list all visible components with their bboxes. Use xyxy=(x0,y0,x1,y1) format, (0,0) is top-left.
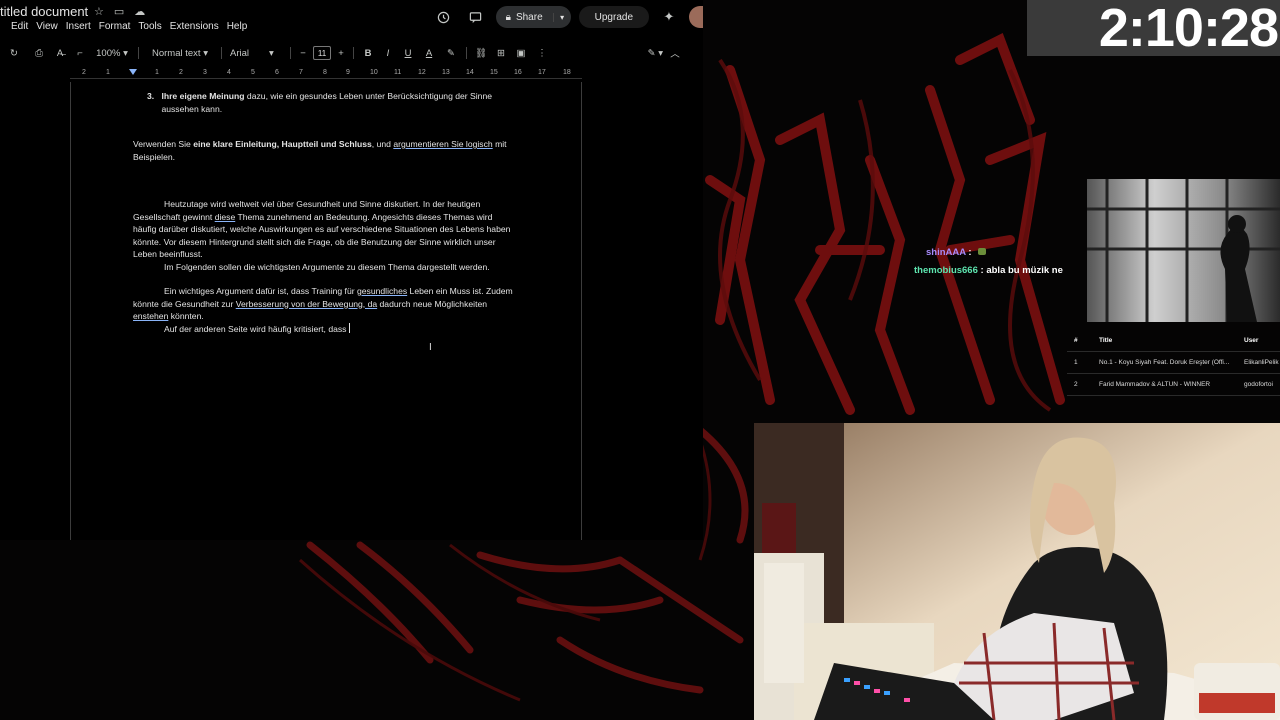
lock-icon: 🔒︎ xyxy=(505,11,511,23)
print-icon[interactable]: ⎙ xyxy=(28,43,50,63)
font-select[interactable]: Arial ▾ xyxy=(226,43,286,63)
docs-window: titled document ☆ ▭ ☁ Edit View Insert F… xyxy=(0,0,703,540)
highlight-icon[interactable]: ✎ xyxy=(440,43,462,63)
spellcheck-icon[interactable]: A̶ xyxy=(50,43,70,63)
spelling-suggestion[interactable]: enstehen xyxy=(133,311,168,321)
table-header: # Title User xyxy=(1067,330,1280,352)
menu-view[interactable]: View xyxy=(36,21,66,32)
gemini-icon[interactable]: ✦ xyxy=(657,6,681,28)
docs-title-bar: titled document ☆ ▭ ☁ Edit View Insert F… xyxy=(0,0,703,40)
spelling-suggestion[interactable]: argumentieren Sie logisch xyxy=(393,139,492,149)
paragraph-outline: Im Folgenden sollen die wichtigsten Argu… xyxy=(164,261,490,272)
grammar-suggestion[interactable]: Verbesserung von der Bewegung, da xyxy=(236,299,377,309)
share-dropdown-icon[interactable]: ▾ xyxy=(552,12,571,22)
webcam-image xyxy=(754,423,1280,720)
document-page[interactable]: 3. Ihre eigene Meinung dazu, wie ein ges… xyxy=(70,82,582,540)
style-value: Normal text xyxy=(152,47,201,59)
grammar-suggestion[interactable]: diese xyxy=(215,212,236,222)
chat-text: abla bu müzik ne xyxy=(986,265,1063,276)
chat-overlay: shinAAA : themobius666 : abla bu müzik n… xyxy=(914,244,1063,280)
instruction-paragraph: Verwenden Sie eine klare Einleitung, Hau… xyxy=(133,139,507,162)
style-select[interactable]: Normal text ▾ xyxy=(143,43,217,63)
menu-edit[interactable]: Edit xyxy=(11,21,36,32)
list-number: 3. xyxy=(147,91,155,101)
paragraph-introduction: Heutzutage wird weltweit viel über Gesun… xyxy=(133,199,511,259)
zoom-value: 100% xyxy=(96,47,121,59)
link-icon[interactable]: ⛓ xyxy=(471,43,491,63)
emote-icon xyxy=(978,248,987,255)
window-silhouette-image xyxy=(1087,179,1280,322)
avatar[interactable] xyxy=(689,6,703,28)
cloud-status-icon[interactable]: ☁ xyxy=(134,5,145,18)
font-value: Arial xyxy=(230,47,250,59)
more-options-icon[interactable]: ⋮ xyxy=(531,43,553,63)
star-icon[interactable]: ☆ xyxy=(94,5,104,18)
paragraph-argument: Ein wichtiges Argument dafür ist, dass T… xyxy=(133,286,513,321)
editing-mode-icon[interactable]: ✎ ▾ xyxy=(553,43,663,63)
move-folder-icon[interactable]: ▭ xyxy=(114,5,124,18)
menu-help[interactable]: Help xyxy=(227,21,256,32)
chat-message: shinAAA : xyxy=(914,244,1063,262)
stream-timer: 2:10:28 xyxy=(1027,0,1280,56)
song-queue-table: # Title User 1 No.1 - Koyu Siyah Feat. D… xyxy=(1067,330,1280,396)
menu-format[interactable]: Format xyxy=(99,21,139,32)
indent-marker[interactable] xyxy=(129,69,137,75)
table-row: 1 No.1 - Koyu Siyah Feat. Doruk Ereşter … xyxy=(1067,352,1280,374)
bold-icon[interactable]: B xyxy=(358,43,378,63)
share-label: Share xyxy=(515,11,543,23)
paragraph-counterargument: Auf der anderen Seite wird häufig kritis… xyxy=(164,322,350,334)
ruler: 2 1 1 2 3 4 5 6 7 8 9 10 11 12 13 14 15 … xyxy=(70,67,582,79)
upgrade-button[interactable]: Upgrade xyxy=(578,6,649,28)
document-title[interactable]: titled document xyxy=(0,4,88,19)
underline-icon[interactable]: U xyxy=(398,43,418,63)
list-item: 3. Ihre eigene Meinung dazu, wie ein ges… xyxy=(133,90,517,115)
menu-tools[interactable]: Tools xyxy=(138,21,169,32)
chat-username: shinAAA xyxy=(926,247,966,258)
increase-font-size-button[interactable]: + xyxy=(333,43,349,63)
insert-image-icon[interactable]: ▣ xyxy=(511,43,531,63)
collapse-menus-icon[interactable]: ︿ xyxy=(663,43,687,63)
share-button[interactable]: 🔒︎ Share ▾ xyxy=(495,6,571,28)
menu-bar: Edit View Insert Format Tools Extensions… xyxy=(11,21,255,32)
zoom-select[interactable]: 100% ▾ xyxy=(90,43,134,63)
list-item-bold: Ihre eigene Meinung xyxy=(161,91,245,101)
chat-message: themobius666 : abla bu müzik ne xyxy=(914,265,1063,276)
version-history-icon[interactable] xyxy=(432,6,456,28)
add-comment-icon[interactable]: ⊞ xyxy=(491,43,511,63)
chat-username: themobius666 xyxy=(914,265,978,276)
decrease-font-size-button[interactable]: − xyxy=(295,43,311,63)
table-row: 2 Farid Mammadov & ALTUN - WINNER godofo… xyxy=(1067,374,1280,396)
menu-extensions[interactable]: Extensions xyxy=(170,21,227,32)
spelling-suggestion[interactable]: gesundliches xyxy=(357,286,407,296)
formatting-toolbar: ↻ ⎙ A̶ ⌐ 100% ▾ Normal text ▾ Arial ▾ − 1… xyxy=(0,42,703,64)
text-cursor xyxy=(348,322,350,333)
text-color-icon[interactable]: A xyxy=(418,43,440,63)
ibeam-cursor-icon: I xyxy=(429,342,432,353)
document-body[interactable]: 3. Ihre eigene Meinung dazu, wie ein ges… xyxy=(133,90,517,335)
italic-icon[interactable]: I xyxy=(378,43,398,63)
comments-icon[interactable] xyxy=(464,6,488,28)
font-size-input[interactable]: 11 xyxy=(313,46,331,60)
music-video-thumbnail xyxy=(1087,179,1280,322)
paint-format-icon[interactable]: ⌐ xyxy=(70,43,90,63)
webcam-feed xyxy=(754,423,1280,720)
menu-insert[interactable]: Insert xyxy=(66,21,99,32)
redo-icon[interactable]: ↻ xyxy=(0,43,28,63)
